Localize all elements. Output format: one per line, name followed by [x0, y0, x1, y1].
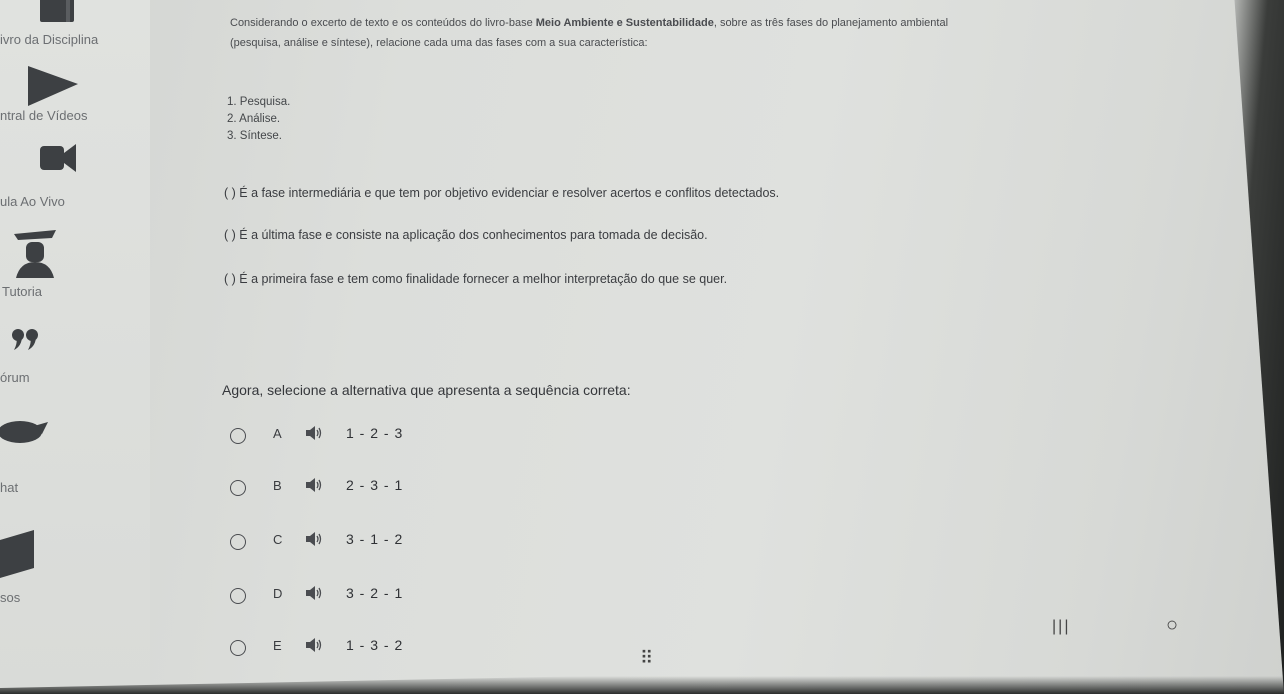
question-intro-line2: (pesquisa, análise e síntese), relacione…	[230, 37, 648, 49]
intro-text: Considerando o excerto de texto e os con…	[230, 17, 536, 29]
option-letter: D	[273, 586, 283, 601]
sidebar-item-label: órum	[0, 370, 30, 385]
option-text: 3 - 2 - 1	[346, 585, 404, 601]
question-intro: Considerando o excerto de texto e os con…	[230, 14, 1170, 32]
sidebar-item-tutoria[interactable]: Tutoria	[0, 222, 150, 302]
sidebar-item-label: ivro da Disciplina	[0, 32, 99, 47]
statement-1: ( ) É a fase intermediária e que tem por…	[224, 186, 780, 200]
option-text: 3 - 1 - 2	[346, 531, 404, 547]
option-a[interactable]: A 1 - 2 - 3	[230, 424, 530, 450]
radio-button[interactable]	[230, 588, 246, 604]
radio-button[interactable]	[230, 480, 246, 496]
video-camera-icon	[40, 144, 76, 172]
speaker-icon[interactable]	[306, 478, 322, 492]
book-icon	[40, 0, 74, 22]
step-sintese: 3. Síntese.	[227, 130, 282, 142]
option-letter: B	[273, 478, 282, 493]
speaker-icon[interactable]	[306, 638, 322, 652]
statement-2: ( ) É a última fase e consiste na aplica…	[224, 228, 708, 242]
book-title: Meio Ambiente e Sustentabilidade	[535, 17, 714, 29]
play-icon	[28, 66, 78, 106]
recent-apps-button[interactable]: |||	[1052, 618, 1070, 636]
option-text: 1 - 3 - 2	[346, 637, 404, 653]
statement-3: ( ) É a primeira fase e tem como finalid…	[224, 272, 728, 286]
chat-bubble-icon	[0, 421, 48, 443]
option-letter: A	[273, 426, 282, 441]
speaker-icon[interactable]	[306, 426, 322, 440]
sidebar: ivro da Disciplina ntral de Vídeos ula A…	[0, 0, 150, 694]
sidebar-item-livro[interactable]: ivro da Disciplina	[0, 0, 150, 56]
option-letter: C	[273, 532, 283, 547]
sidebar-item-label: sos	[0, 590, 21, 605]
graduate-icon	[14, 230, 56, 278]
speaker-icon[interactable]	[306, 532, 322, 546]
option-d[interactable]: D 3 - 2 - 1	[230, 584, 530, 610]
radio-button[interactable]	[230, 428, 246, 444]
question-panel: Considerando o excerto de texto e os con…	[150, 0, 1284, 694]
option-text: 1 - 2 - 3	[346, 425, 404, 441]
document-icon	[0, 530, 34, 578]
option-text: 2 - 3 - 1	[346, 477, 404, 493]
sidebar-item-label: ntral de Vídeos	[0, 108, 88, 123]
sidebar-item-label: hat	[0, 480, 19, 495]
step-pesquisa: 1. Pesquisa.	[227, 96, 291, 108]
app-grid-icon[interactable]: ⠿	[640, 648, 653, 669]
sidebar-item-videos[interactable]: ntral de Vídeos	[0, 62, 150, 132]
option-letter: E	[273, 638, 282, 653]
radio-button[interactable]	[230, 640, 246, 656]
sidebar-item-label: ula Ao Vivo	[0, 194, 65, 209]
screen: ivro da Disciplina ntral de Vídeos ula A…	[0, 0, 1284, 694]
option-b[interactable]: B 2 - 3 - 1	[230, 476, 530, 502]
step-analise: 2. Análise.	[227, 113, 281, 125]
speaker-icon[interactable]	[306, 586, 322, 600]
option-e[interactable]: E 1 - 3 - 2	[230, 636, 530, 662]
sidebar-item-recursos[interactable]: sos	[0, 530, 150, 610]
option-c[interactable]: C 3 - 1 - 2	[230, 530, 530, 556]
quote-icon	[12, 329, 38, 350]
sidebar-item-chat[interactable]: hat	[0, 420, 150, 500]
sidebar-item-aula-ao-vivo[interactable]: ula Ao Vivo	[0, 140, 150, 212]
question-prompt: Agora, selecione a alternativa que apres…	[222, 382, 631, 398]
sidebar-item-label: Tutoria	[2, 284, 42, 299]
sidebar-item-forum[interactable]: órum	[0, 326, 150, 396]
radio-button[interactable]	[230, 534, 246, 550]
home-button[interactable]: ○	[1166, 614, 1178, 637]
intro-text: , sobre as três fases do planejamento am…	[713, 17, 949, 29]
